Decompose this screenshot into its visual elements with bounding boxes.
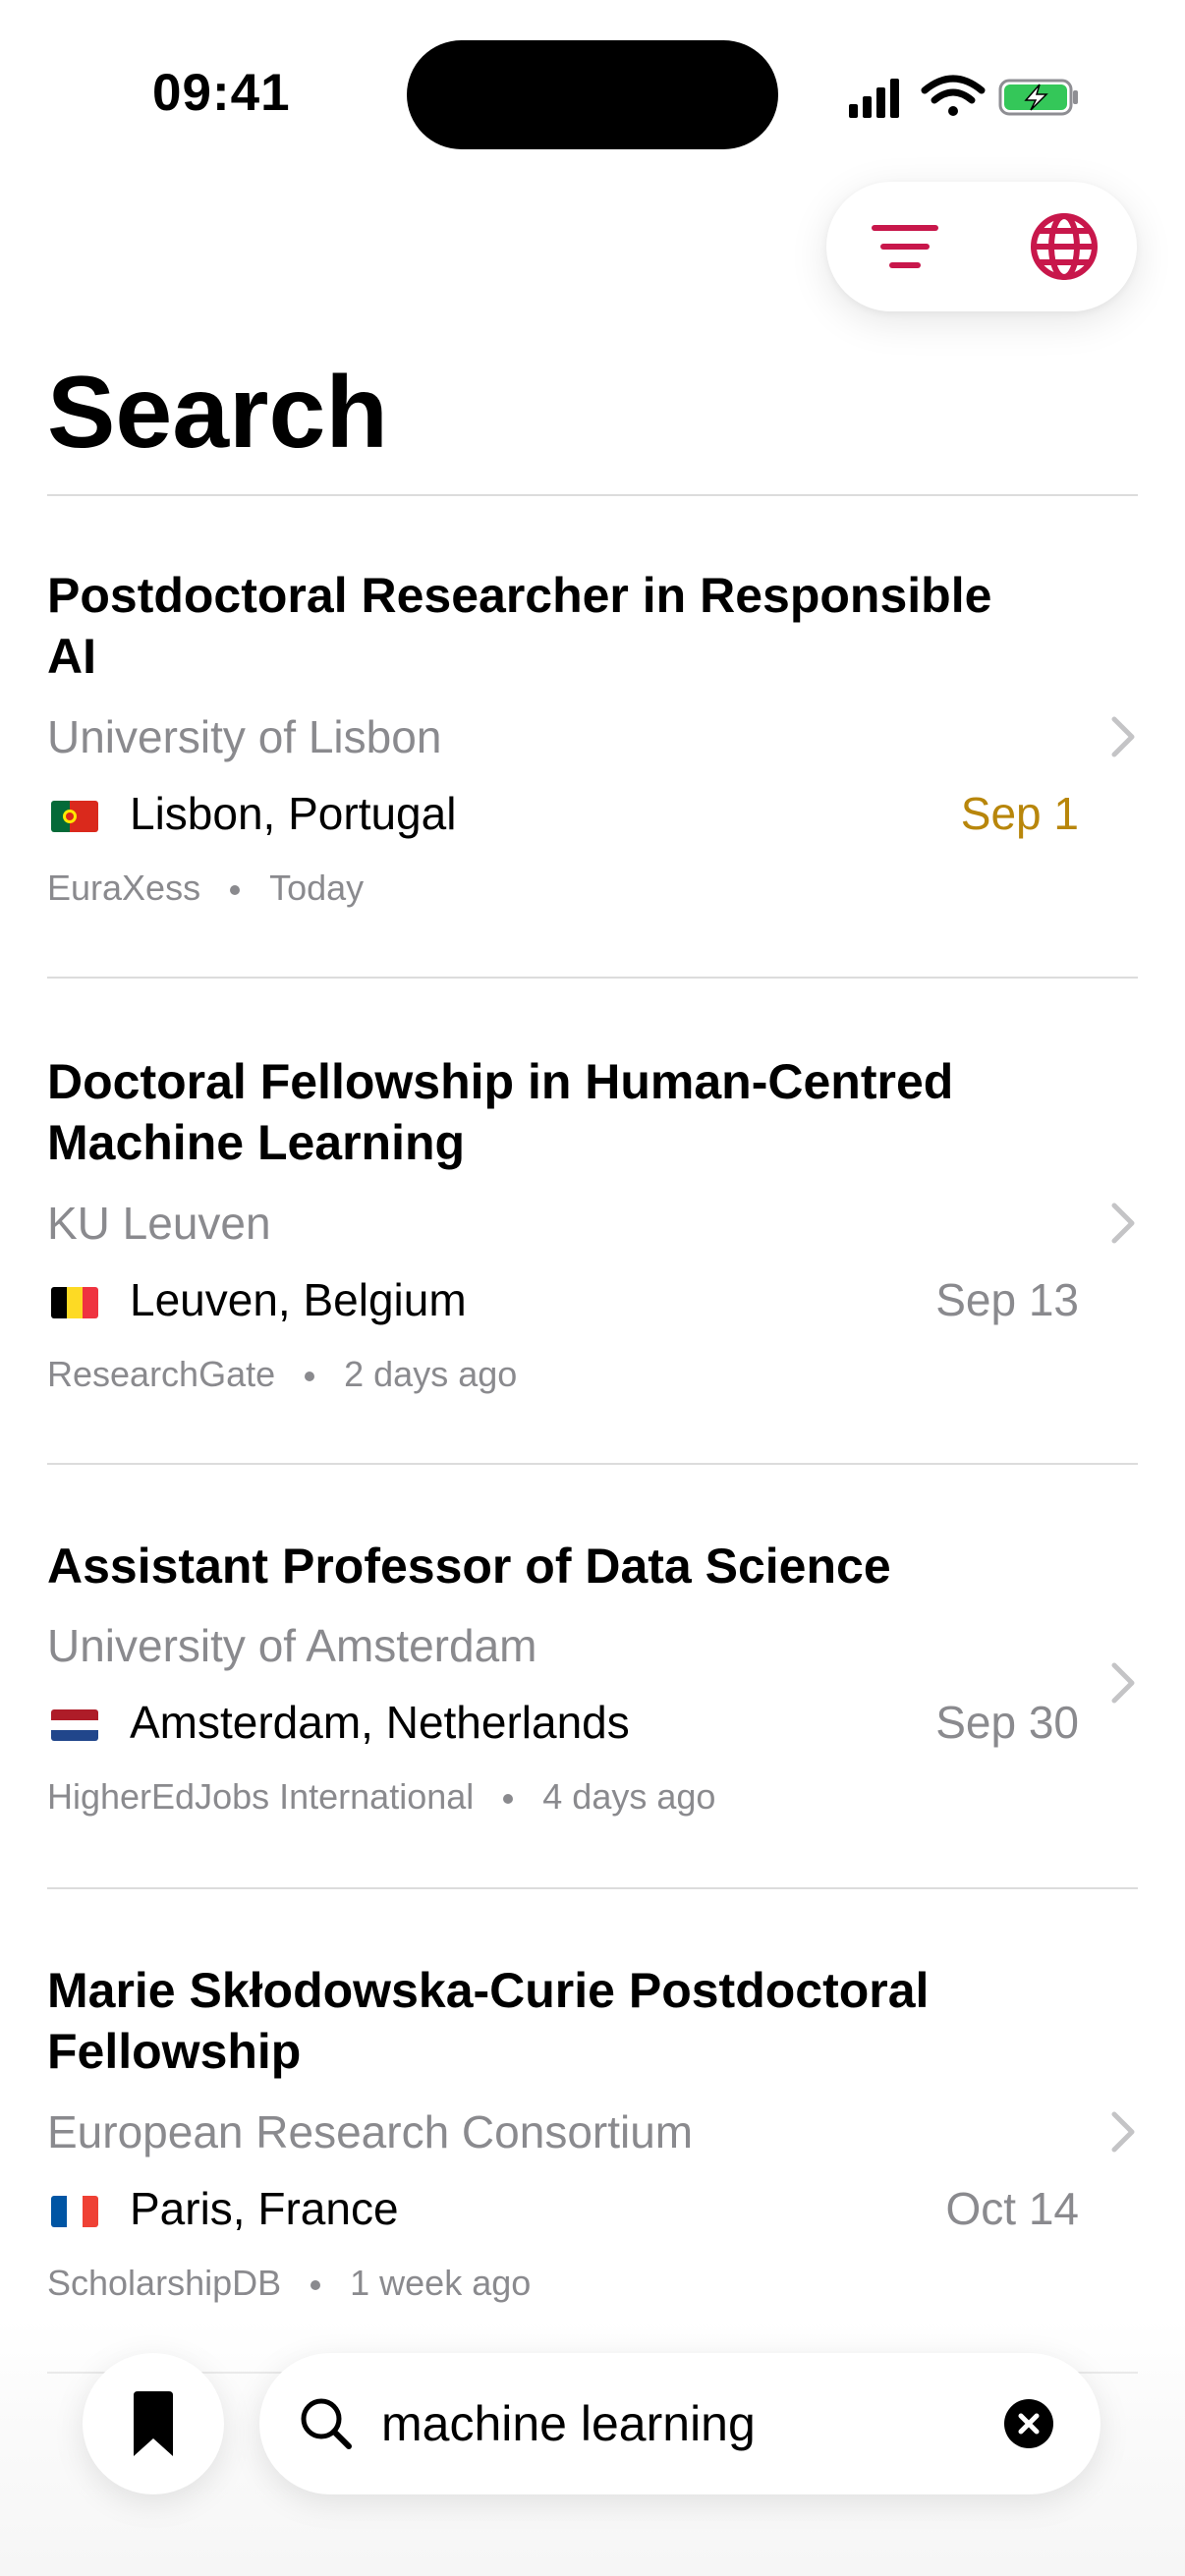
france-flag-icon — [51, 2196, 98, 2227]
job-meta: EuraXess Today — [47, 868, 364, 909]
wifi-icon — [921, 75, 986, 116]
card-divider — [47, 1887, 1138, 1889]
job-title: Postdoctoral Researcher in Responsible A… — [47, 568, 992, 684]
chevron-right-icon — [1111, 716, 1135, 757]
search-icon — [301, 2398, 352, 2449]
chevron-right-icon — [1111, 2111, 1135, 2153]
page-title: Search — [47, 356, 388, 470]
bookmark-icon — [134, 2391, 173, 2456]
job-location: Paris, France — [130, 2183, 399, 2234]
job-institution: European Research Consortium — [47, 2106, 694, 2157]
job-deadline: Sep 30 — [935, 1697, 1079, 1748]
job-title: Marie Skłodowska-Curie Postdoctoral Fell… — [47, 1963, 930, 2079]
job-source: ResearchGate — [47, 1354, 276, 1394]
job-institution: University of Amsterdam — [47, 1620, 537, 1671]
job-title: Doctoral Fellowship in Human-Centred Mac… — [47, 1054, 954, 1170]
status-icons — [849, 75, 1078, 118]
job-institution: KU Leuven — [47, 1198, 271, 1249]
location-row: Lisbon, Portugal Sep 1 — [47, 787, 1079, 846]
job-deadline: Sep 1 — [960, 788, 1079, 839]
job-posted: 2 days ago — [344, 1354, 518, 1394]
job-deadline: Oct 14 — [945, 2183, 1079, 2234]
job-posted: 1 week ago — [350, 2263, 532, 2303]
filter-lines-icon — [872, 225, 938, 268]
status-time: 09:41 — [152, 64, 291, 122]
card-divider — [47, 1463, 1138, 1465]
belgium-flag-icon — [51, 1287, 98, 1318]
job-card[interactable]: Assistant Professor of Data Science Univ… — [47, 1536, 1138, 1889]
job-card[interactable]: Doctoral Fellowship in Human-Centred Mac… — [47, 1051, 1138, 1465]
job-source: EuraXess — [47, 868, 201, 908]
region-button[interactable] — [1025, 207, 1103, 286]
separator-dot — [503, 1794, 514, 1805]
job-institution: University of Lisbon — [47, 711, 442, 762]
job-location: Amsterdam, Netherlands — [130, 1697, 630, 1748]
portugal-flag-icon — [51, 801, 98, 832]
location-row: Amsterdam, Netherlands Sep 30 — [47, 1696, 1079, 1755]
job-deadline: Sep 13 — [935, 1274, 1079, 1325]
title-divider — [47, 494, 1138, 496]
job-card[interactable]: Postdoctoral Researcher in Responsible A… — [47, 565, 1138, 979]
search-input[interactable] — [381, 2388, 931, 2459]
separator-dot — [310, 2280, 321, 2291]
chevron-right-icon — [1111, 1203, 1135, 1244]
toolbar-pill — [826, 182, 1137, 311]
dynamic-island — [407, 40, 778, 149]
job-meta: ScholarshipDB 1 week ago — [47, 2263, 531, 2304]
job-source: HigherEdJobs International — [47, 1776, 475, 1817]
separator-dot — [230, 885, 241, 896]
cellular-signal-icon — [849, 79, 899, 118]
job-meta: ResearchGate 2 days ago — [47, 1354, 517, 1395]
job-meta: HigherEdJobs International 4 days ago — [47, 1776, 715, 1818]
saved-jobs-button[interactable] — [83, 2353, 224, 2494]
chevron-right-icon — [1111, 1662, 1135, 1704]
job-source: ScholarshipDB — [47, 2263, 282, 2303]
battery-charging-icon — [998, 79, 1078, 116]
job-location: Lisbon, Portugal — [130, 788, 457, 839]
location-row: Paris, France Oct 14 — [47, 2182, 1079, 2241]
clear-search-icon[interactable] — [1003, 2398, 1054, 2449]
job-posted: 4 days ago — [542, 1776, 716, 1817]
status-bar: 09:41 — [0, 0, 1185, 187]
location-row: Leuven, Belgium Sep 13 — [47, 1273, 1079, 1332]
netherlands-flag-icon — [51, 1709, 98, 1741]
search-bar[interactable] — [259, 2353, 1100, 2494]
job-posted: Today — [269, 868, 365, 908]
job-title: Assistant Professor of Data Science — [47, 1539, 891, 1594]
filter-button[interactable] — [866, 207, 944, 286]
globe-icon — [1031, 213, 1098, 280]
job-card[interactable]: Marie Skłodowska-Curie Postdoctoral Fell… — [47, 1960, 1138, 2375]
card-divider — [47, 977, 1138, 979]
job-location: Leuven, Belgium — [130, 1274, 467, 1325]
separator-dot — [305, 1372, 315, 1382]
